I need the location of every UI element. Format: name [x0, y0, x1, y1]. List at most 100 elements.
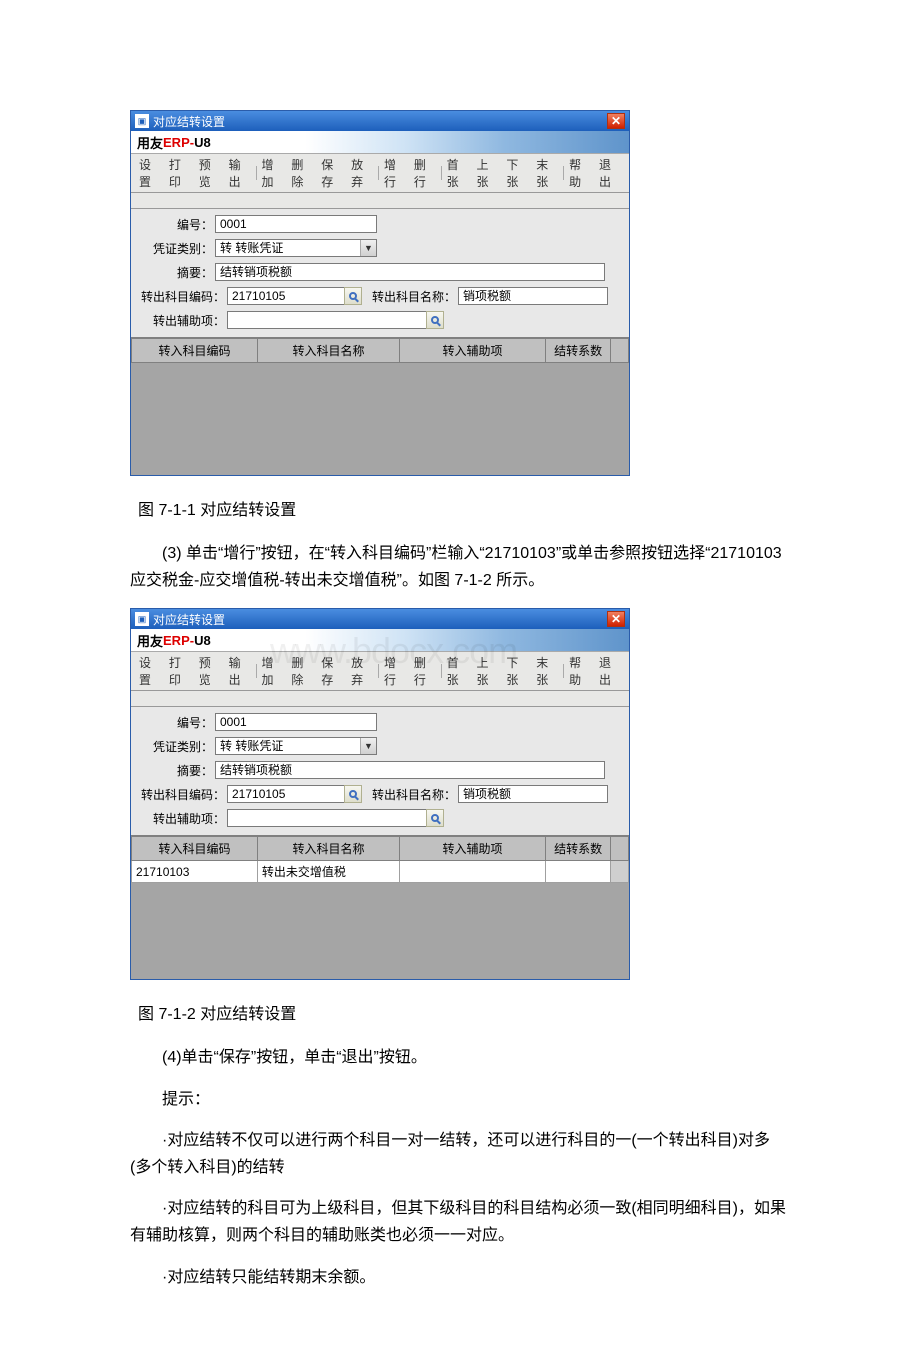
tb-exit[interactable]: 退出	[595, 654, 625, 688]
tb-addrow[interactable]: 增行	[380, 156, 410, 190]
outaux-input[interactable]	[227, 311, 427, 329]
col-ratio: 结转系数	[545, 339, 611, 363]
brand-prefix: 用友	[137, 631, 163, 650]
window-title: 对应结转设置	[153, 113, 225, 130]
outcode-input[interactable]: 21710105	[227, 785, 345, 803]
code-input[interactable]: 0001	[215, 713, 377, 731]
vouchertype-select[interactable]: 转 转账凭证	[215, 737, 377, 755]
settings-window-1: ▣ 对应结转设置 ✕ 用友 ERP- U8 设置 打印 预览 输出 增加 删除 …	[130, 110, 630, 476]
label-outcode: 转出科目编码：	[137, 288, 227, 305]
close-icon[interactable]: ✕	[607, 113, 625, 129]
col-inname: 转入科目名称	[257, 837, 399, 861]
settings-window-2: ▣ 对应结转设置 ✕ 用友 ERP- U8 设置 打印 预览 输出 增加 删除 …	[130, 608, 630, 980]
paragraph-3: (3) 单击“增行”按钮，在“转入科目编码”栏输入“21710103”或单击参照…	[130, 540, 790, 594]
cell-inaux[interactable]	[400, 861, 546, 883]
tb-next[interactable]: 下张	[502, 654, 532, 688]
chevron-down-icon[interactable]: ▼	[360, 738, 376, 754]
tb-del[interactable]: 删除	[287, 156, 317, 190]
scrollbar-stub	[611, 837, 629, 861]
label-code: 编号：	[137, 714, 215, 731]
transfer-grid: 转入科目编码 转入科目名称 转入辅助项 结转系数 21710103 转出未交增值…	[131, 836, 629, 883]
tb-print[interactable]: 打印	[165, 156, 195, 190]
tb-addrow[interactable]: 增行	[380, 654, 410, 688]
brand-suffix: U8	[194, 135, 211, 150]
figure-caption-2: 图 7-1-2 对应结转设置	[138, 1000, 790, 1024]
tb-help[interactable]: 帮助	[565, 156, 595, 190]
brand-bar: 用友 ERP- U8	[131, 131, 629, 153]
tb-delrow[interactable]: 删行	[410, 156, 440, 190]
form-area: 编号： 0001 凭证类别： 转 转账凭证 ▼ 摘要： 结转销项税额 转出科目编…	[131, 707, 629, 835]
tb-print[interactable]: 打印	[165, 654, 195, 688]
tb-save[interactable]: 保存	[317, 654, 347, 688]
tb-last[interactable]: 末张	[532, 156, 562, 190]
scrollbar-stub	[611, 861, 629, 883]
label-summary: 摘要：	[137, 264, 215, 281]
tb-abandon[interactable]: 放弃	[347, 654, 377, 688]
col-ratio: 结转系数	[545, 837, 611, 861]
cell-ratio[interactable]	[545, 861, 611, 883]
tb-exit[interactable]: 退出	[595, 156, 625, 190]
tb-abandon[interactable]: 放弃	[347, 156, 377, 190]
vouchertype-select[interactable]: 转 转账凭证	[215, 239, 377, 257]
app-icon: ▣	[135, 612, 149, 626]
cell-inname[interactable]: 转出未交增值税	[257, 861, 399, 883]
label-outaux: 转出辅助项：	[137, 810, 227, 827]
app-icon: ▣	[135, 114, 149, 128]
search-icon[interactable]	[344, 287, 362, 305]
tb-add[interactable]: 增加	[257, 156, 287, 190]
tb-export[interactable]: 输出	[225, 156, 255, 190]
label-outname: 转出科目名称：	[372, 786, 456, 803]
outcode-input[interactable]: 21710105	[227, 287, 345, 305]
cell-incode[interactable]: 21710103	[132, 861, 258, 883]
tb-next[interactable]: 下张	[502, 156, 532, 190]
summary-input[interactable]: 结转销项税额	[215, 761, 605, 779]
bullet-3: ·对应结转只能结转期末余额。	[130, 1264, 790, 1291]
form-area: 编号： 0001 凭证类别： 转 转账凭证 ▼ 摘要： 结转销项税额 转出科目编…	[131, 209, 629, 337]
grid-body[interactable]	[131, 883, 629, 979]
outaux-input[interactable]	[227, 809, 427, 827]
label-summary: 摘要：	[137, 762, 215, 779]
summary-input[interactable]: 结转销项税额	[215, 263, 605, 281]
tb-first[interactable]: 首张	[443, 156, 473, 190]
tb-help[interactable]: 帮助	[565, 654, 595, 688]
bullet-2: ·对应结转的科目可为上级科目，但其下级科目的科目结构必须一致(相同明细科目)，如…	[130, 1195, 790, 1249]
code-input[interactable]: 0001	[215, 215, 377, 233]
tb-export[interactable]: 输出	[225, 654, 255, 688]
brand-erp: ERP-	[163, 633, 194, 648]
tb-add[interactable]: 增加	[257, 654, 287, 688]
label-outcode: 转出科目编码：	[137, 786, 227, 803]
search-icon[interactable]	[426, 809, 444, 827]
tb-preview[interactable]: 预览	[195, 156, 225, 190]
chevron-down-icon[interactable]: ▼	[360, 240, 376, 256]
col-incode: 转入科目编码	[132, 339, 258, 363]
col-inaux: 转入辅助项	[400, 837, 546, 861]
label-outaux: 转出辅助项：	[137, 312, 227, 329]
search-icon[interactable]	[426, 311, 444, 329]
tb-save[interactable]: 保存	[317, 156, 347, 190]
tb-prev[interactable]: 上张	[473, 156, 503, 190]
grid-body[interactable]	[131, 363, 629, 475]
outname-display: 销项税额	[458, 785, 608, 803]
scrollbar-stub	[611, 339, 629, 363]
titlebar: ▣ 对应结转设置 ✕	[131, 609, 629, 629]
search-icon[interactable]	[344, 785, 362, 803]
tb-preview[interactable]: 预览	[195, 654, 225, 688]
transfer-grid: 转入科目编码 转入科目名称 转入辅助项 结转系数	[131, 338, 629, 363]
tb-delrow[interactable]: 删行	[410, 654, 440, 688]
close-icon[interactable]: ✕	[607, 611, 625, 627]
tb-del[interactable]: 删除	[287, 654, 317, 688]
paragraph-tip: 提示：	[130, 1086, 790, 1113]
label-vouchertype: 凭证类别：	[137, 240, 215, 257]
titlebar: ▣ 对应结转设置 ✕	[131, 111, 629, 131]
col-inaux: 转入辅助项	[400, 339, 546, 363]
tb-prev[interactable]: 上张	[473, 654, 503, 688]
tb-last[interactable]: 末张	[532, 654, 562, 688]
brand-erp: ERP-	[163, 135, 194, 150]
table-row[interactable]: 21710103 转出未交增值税	[132, 861, 629, 883]
col-incode: 转入科目编码	[132, 837, 258, 861]
label-outname: 转出科目名称：	[372, 288, 456, 305]
tb-set[interactable]: 设置	[135, 654, 165, 688]
tb-set[interactable]: 设置	[135, 156, 165, 190]
tb-first[interactable]: 首张	[443, 654, 473, 688]
brand-suffix: U8	[194, 633, 211, 648]
